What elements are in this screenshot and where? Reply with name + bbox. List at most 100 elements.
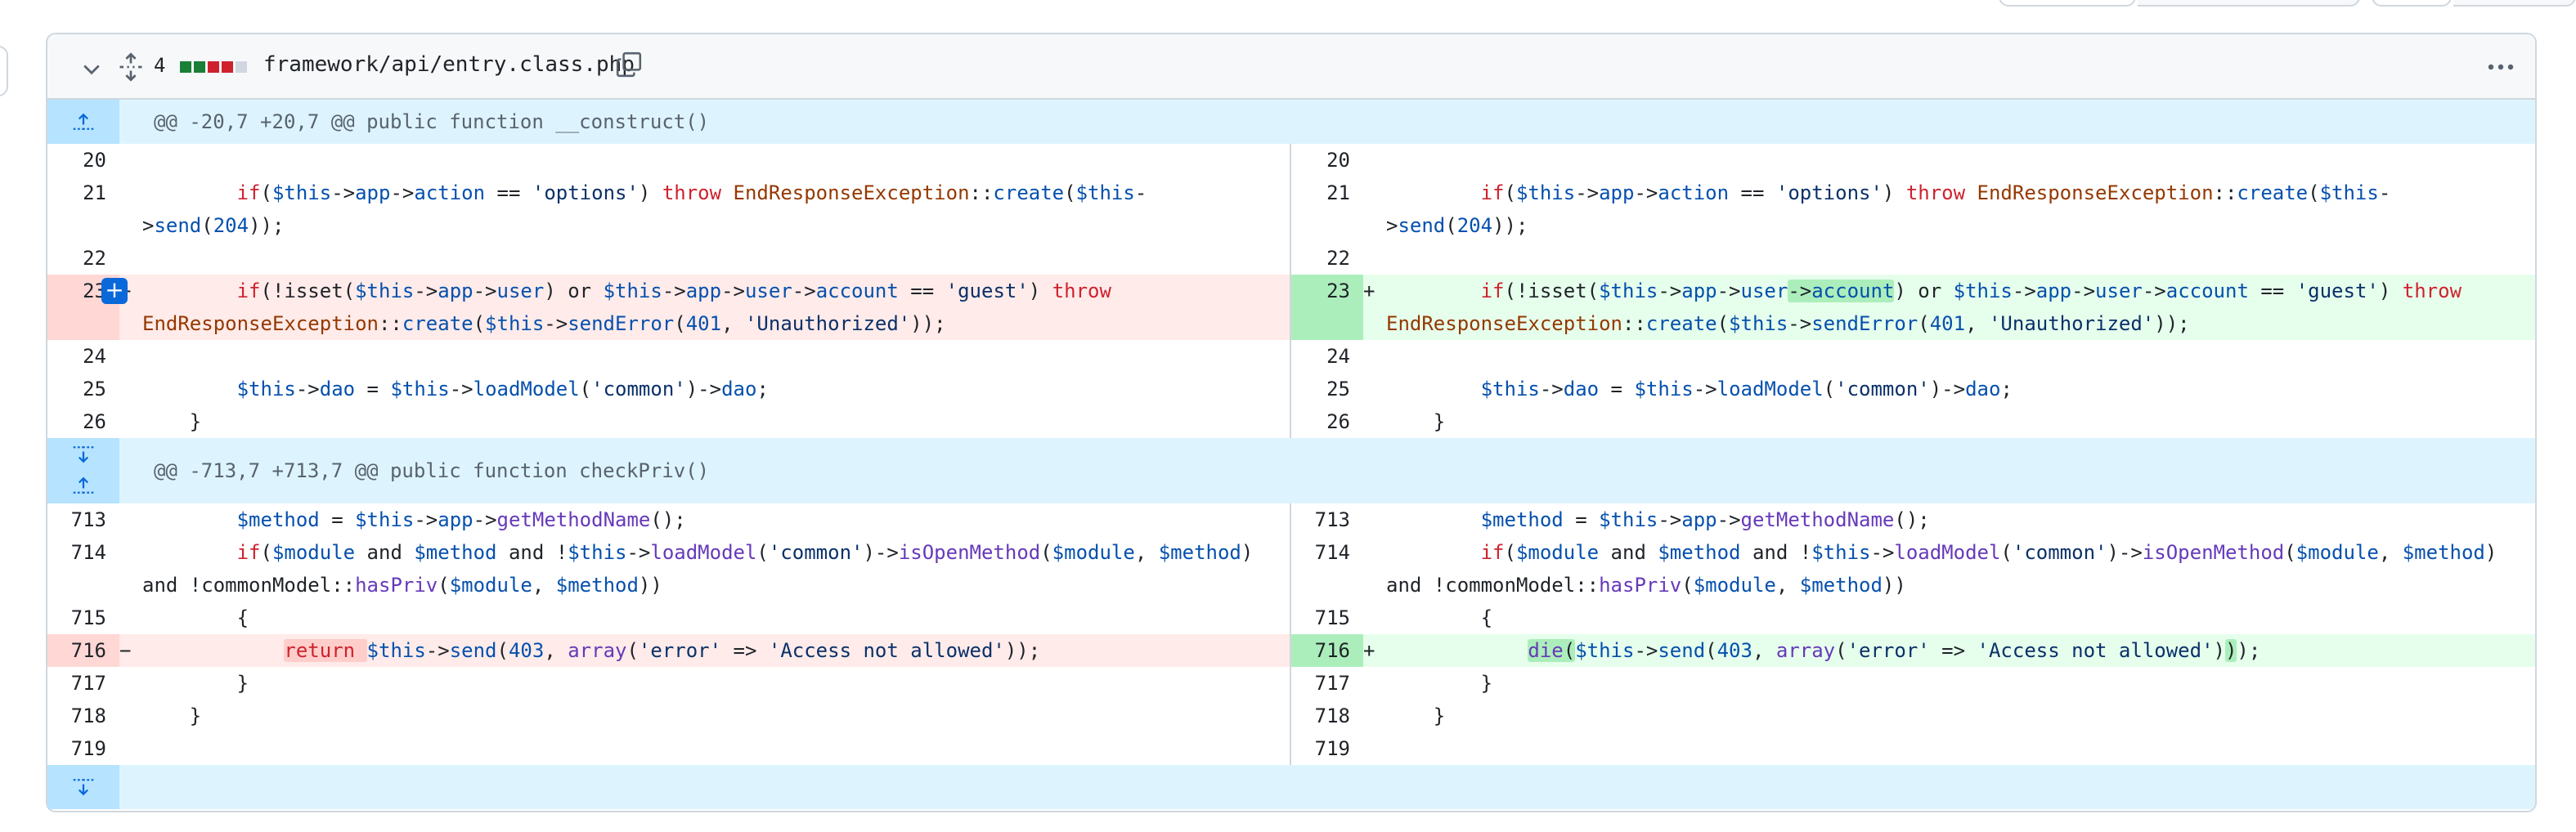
- line-number[interactable]: 718: [47, 700, 119, 732]
- line-number[interactable]: 23: [1291, 275, 1363, 340]
- diff-file: 4 framework/api/entry.class.php @@ -20,7…: [46, 33, 2537, 812]
- chevron-down-icon[interactable]: [80, 57, 103, 80]
- code-line: {: [142, 606, 249, 629]
- diffstat-block: [180, 61, 191, 73]
- line-number[interactable]: 25: [47, 373, 119, 405]
- code-line: if($this->app->action == 'options') thro…: [1386, 181, 2391, 237]
- line-number[interactable]: 20: [47, 144, 119, 177]
- deletion-marker: −: [119, 639, 132, 662]
- code-line: if($module and $method and !$this->loadM…: [1386, 541, 2509, 597]
- side-panel-toggle[interactable]: [0, 46, 8, 96]
- toolbar-button[interactable]: [1999, 0, 2136, 7]
- code-line: }: [1386, 672, 1493, 695]
- diffstat-block: [236, 61, 247, 73]
- code-line: if($module and $method and !$this->loadM…: [142, 541, 1265, 597]
- diff-line: 25 $this->dao = $this->loadModel('common…: [47, 373, 2535, 405]
- file-path[interactable]: framework/api/entry.class.php: [263, 52, 635, 77]
- line-number[interactable]: 714: [1291, 536, 1363, 602]
- kebab-menu-icon[interactable]: [2484, 52, 2517, 82]
- line-number[interactable]: 26: [47, 405, 119, 438]
- line-number[interactable]: 716: [47, 634, 119, 667]
- code-line: if($this->app->action == 'options') thro…: [142, 181, 1147, 237]
- code-line: if(!isset($this->app->user->account) or …: [1386, 280, 2462, 335]
- diff-line: 21 if($this->app->action == 'options') t…: [47, 177, 2535, 242]
- expand-all-icon[interactable]: [116, 52, 146, 82]
- hunk-header-text: @@ -713,7 +713,7 @@ public function chec…: [154, 459, 710, 482]
- line-number[interactable]: 713: [1291, 503, 1363, 536]
- code-line: }: [1386, 410, 1446, 433]
- code-line: die($this->send(403, array('error' => 'A…: [1528, 639, 2261, 662]
- toolbar-button[interactable]: [2372, 0, 2452, 7]
- line-number[interactable]: 23 +: [47, 275, 128, 340]
- diffstat-bar: [180, 61, 247, 73]
- code-line: }: [1386, 705, 1446, 727]
- toolbar-button[interactable]: [2453, 0, 2576, 7]
- line-number[interactable]: 717: [47, 667, 119, 700]
- line-number[interactable]: 716: [1291, 634, 1363, 667]
- diffstat-block: [194, 61, 205, 73]
- expand-down-icon: [73, 779, 94, 796]
- line-number[interactable]: 22: [1291, 242, 1363, 275]
- line-number[interactable]: 24: [1291, 340, 1363, 373]
- code-line: $method = $this->app->getMethodName();: [1480, 508, 1930, 531]
- line-number[interactable]: 714: [47, 536, 119, 602]
- line-number[interactable]: 713: [47, 503, 119, 536]
- code-line: $method = $this->app->getMethodName();: [236, 508, 686, 531]
- diff-line: 714 if($module and $method and !$this->l…: [47, 536, 2535, 602]
- code-line: return $this->send(403, array('error' =>…: [284, 639, 1041, 662]
- expand-button[interactable]: [47, 438, 119, 503]
- expand-footer: [47, 765, 2535, 809]
- line-number[interactable]: 25: [1291, 373, 1363, 405]
- diff-line: 24 24: [47, 340, 2535, 373]
- code-line: }: [142, 410, 202, 433]
- line-number[interactable]: 719: [1291, 732, 1363, 765]
- diff-line: 717 } 717 }: [47, 667, 2535, 700]
- addition-marker: +: [1363, 639, 1376, 662]
- toolbar-button[interactable]: [2138, 0, 2360, 7]
- line-number[interactable]: 718: [1291, 700, 1363, 732]
- code-line: }: [142, 705, 202, 727]
- code-line: $this->dao = $this->loadModel('common')-…: [1480, 378, 2013, 400]
- addition-marker: +: [1363, 280, 1376, 302]
- expand-up-icon: [73, 113, 94, 130]
- code-line: {: [1386, 606, 1493, 629]
- line-number[interactable]: 26: [1291, 405, 1363, 438]
- line-number[interactable]: 715: [47, 602, 119, 634]
- diff-line: 22 22: [47, 242, 2535, 275]
- line-number[interactable]: 20: [1291, 144, 1363, 177]
- add-comment-button[interactable]: +: [101, 278, 128, 304]
- line-number[interactable]: 715: [1291, 602, 1363, 634]
- expand-up-button[interactable]: [47, 100, 119, 144]
- diff-line: 713 $method = $this->app->getMethodName(…: [47, 503, 2535, 536]
- file-header: 4 framework/api/entry.class.php: [47, 34, 2535, 100]
- hunk-header: @@ -713,7 +713,7 @@ public function chec…: [47, 438, 2535, 503]
- hunk-header-text: @@ -20,7 +20,7 @@ public function __cons…: [154, 110, 710, 133]
- line-number[interactable]: 21: [1291, 177, 1363, 242]
- diff-line: 26 } 26 }: [47, 405, 2535, 438]
- diff-line: 719 719: [47, 732, 2535, 765]
- line-number[interactable]: 719: [47, 732, 119, 765]
- code-line: $this->dao = $this->loadModel('common')-…: [236, 378, 769, 400]
- expand-down-icon: [73, 446, 94, 463]
- code-line: if(!isset($this->app->user) or $this->ap…: [142, 280, 1111, 335]
- diff-line: 715 { 715 {: [47, 602, 2535, 634]
- diff-line-changed: 23+− if(!isset($this->app->user) or $thi…: [47, 275, 2535, 340]
- code-line: }: [142, 672, 249, 695]
- expand-down-button[interactable]: [47, 765, 119, 809]
- hunk-header: @@ -20,7 +20,7 @@ public function __cons…: [47, 100, 2535, 144]
- line-number[interactable]: 717: [1291, 667, 1363, 700]
- line-number[interactable]: 21: [47, 177, 119, 242]
- line-number[interactable]: 24: [47, 340, 119, 373]
- diffstat-block: [222, 61, 233, 73]
- copy-icon[interactable]: [615, 51, 643, 78]
- changes-count: 4: [154, 54, 166, 77]
- diff-line-changed: 716− return $this->send(403, array('erro…: [47, 634, 2535, 667]
- line-number[interactable]: 22: [47, 242, 119, 275]
